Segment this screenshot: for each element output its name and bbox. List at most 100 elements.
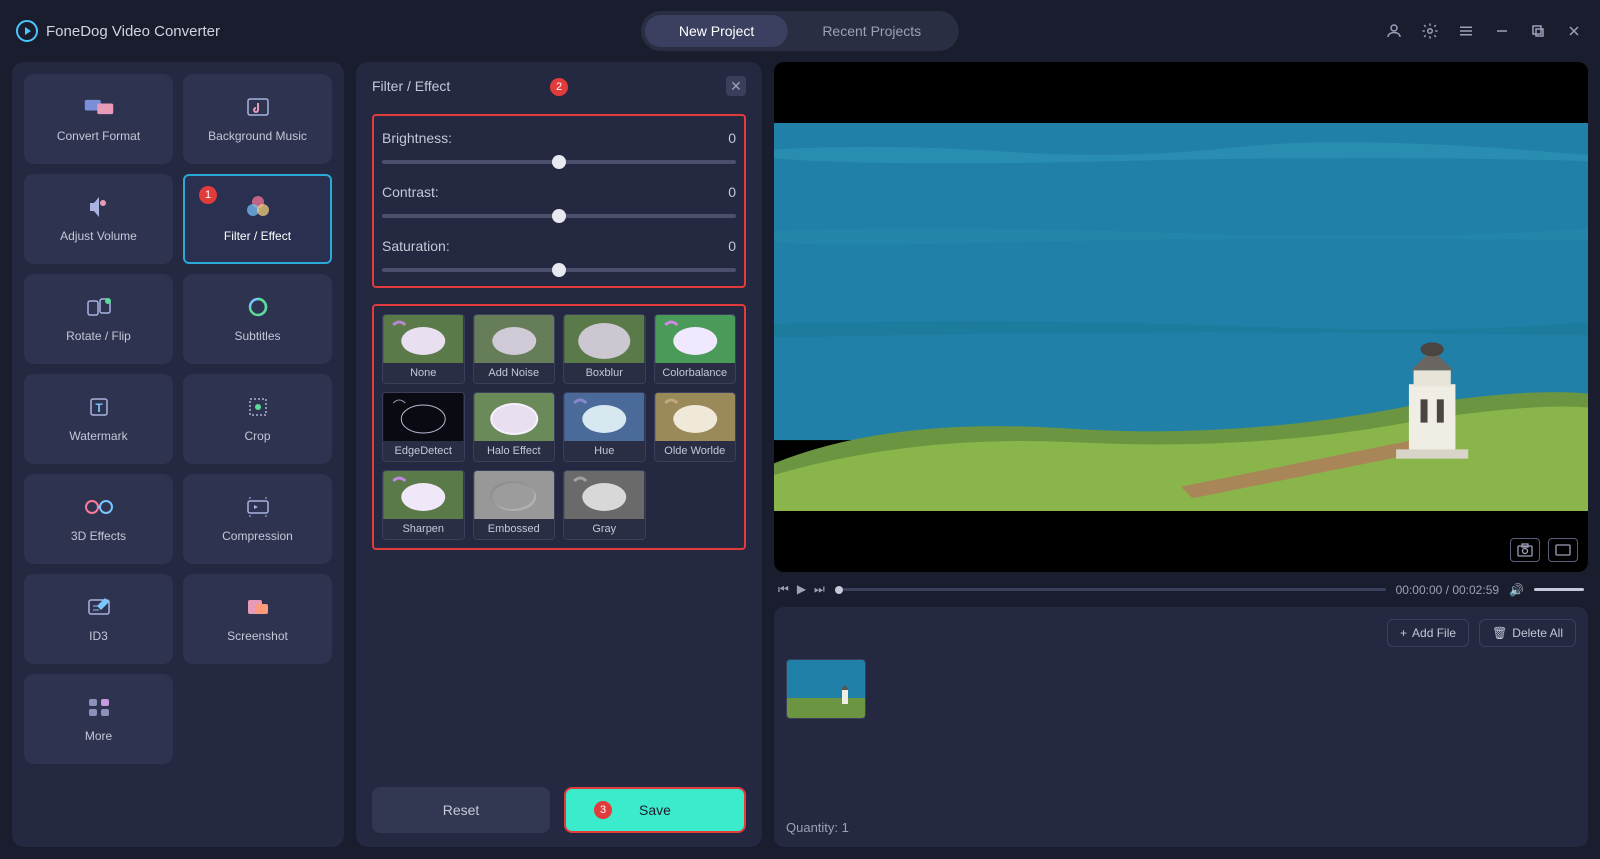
- app-logo: FoneDog Video Converter: [16, 20, 220, 42]
- brightness-label: Brightness:: [382, 130, 452, 146]
- tool-compression[interactable]: Compression: [183, 474, 332, 564]
- volume-slider[interactable]: [1534, 588, 1584, 591]
- close-icon[interactable]: [1564, 21, 1584, 41]
- logo-icon: [16, 20, 38, 42]
- filter-thumbnail: [383, 315, 464, 363]
- trash-icon: 🗑: [1492, 626, 1507, 640]
- contrast-label: Contrast:: [382, 184, 439, 200]
- saturation-label: Saturation:: [382, 238, 450, 254]
- filter-boxblur[interactable]: Boxblur: [563, 314, 646, 384]
- 3d-glasses-icon: [83, 495, 115, 519]
- subtitles-icon: [242, 295, 274, 319]
- minimize-icon[interactable]: [1492, 21, 1512, 41]
- annotation-badge-3: 3: [594, 801, 612, 819]
- filter-label: None: [383, 363, 464, 383]
- playback-time: 00:00:00 / 00:02:59: [1396, 583, 1499, 597]
- progress-slider[interactable]: [835, 588, 1386, 591]
- filter-halo-effect[interactable]: Halo Effect: [473, 392, 556, 462]
- panel-close-icon[interactable]: ✕: [726, 76, 746, 96]
- tab-recent-projects[interactable]: Recent Projects: [788, 15, 955, 47]
- filter-edgedetect[interactable]: EdgeDetect: [382, 392, 465, 462]
- filter-label: Halo Effect: [474, 441, 555, 461]
- annotation-badge-1: 1: [199, 186, 217, 204]
- file-thumbnail[interactable]: [786, 659, 866, 719]
- tab-new-project[interactable]: New Project: [645, 15, 788, 47]
- rotate-icon: [83, 295, 115, 319]
- video-preview: [774, 62, 1588, 572]
- tool-id3[interactable]: ID3: [24, 574, 173, 664]
- compression-icon: [242, 495, 274, 519]
- filter-label: Embossed: [474, 519, 555, 539]
- tool-crop[interactable]: Crop: [183, 374, 332, 464]
- settings-icon[interactable]: [1420, 21, 1440, 41]
- crop-icon: [242, 395, 274, 419]
- filter-none[interactable]: None: [382, 314, 465, 384]
- prev-frame-icon[interactable]: ⏮: [778, 582, 789, 597]
- filter-gray[interactable]: Gray: [563, 470, 646, 540]
- delete-all-button[interactable]: 🗑Delete All: [1479, 619, 1576, 647]
- panel-title: Filter / Effect: [372, 78, 450, 94]
- filter-label: Olde Worlde: [655, 441, 736, 461]
- filter-olde-worlde[interactable]: Olde Worlde: [654, 392, 737, 462]
- screenshot-icon: [242, 595, 274, 619]
- volume-icon: [83, 195, 115, 219]
- filter-thumbnail: [474, 315, 555, 363]
- filter-presets: None Add Noise Boxblur Colorbalance EdgeDete…: [372, 304, 746, 550]
- filter-label: Hue: [564, 441, 645, 461]
- annotation-badge-2: 2: [550, 78, 568, 96]
- filter-thumbnail: [383, 393, 464, 441]
- fullscreen-icon[interactable]: [1548, 538, 1578, 562]
- tools-sidebar: Convert Format Background Music Adjust V…: [12, 62, 344, 847]
- filter-thumbnail: [474, 393, 555, 441]
- filter-label: Colorbalance: [655, 363, 736, 383]
- filter-label: Boxblur: [564, 363, 645, 383]
- tool-watermark[interactable]: T Watermark: [24, 374, 173, 464]
- account-icon[interactable]: [1384, 21, 1404, 41]
- filter-sharpen[interactable]: Sharpen: [382, 470, 465, 540]
- filter-colorbalance[interactable]: Colorbalance: [654, 314, 737, 384]
- saturation-slider[interactable]: [382, 268, 736, 272]
- tool-screenshot[interactable]: Screenshot: [183, 574, 332, 664]
- tool-adjust-volume[interactable]: Adjust Volume: [24, 174, 173, 264]
- brightness-slider[interactable]: [382, 160, 736, 164]
- brightness-value: 0: [728, 130, 736, 146]
- contrast-value: 0: [728, 184, 736, 200]
- save-button[interactable]: 3 Save: [564, 787, 746, 833]
- tool-background-music[interactable]: Background Music: [183, 74, 332, 164]
- tool-more[interactable]: More: [24, 674, 173, 764]
- filter-thumbnail: [655, 393, 736, 441]
- maximize-icon[interactable]: [1528, 21, 1548, 41]
- svg-text:T: T: [95, 401, 103, 415]
- quantity-display: Quantity: 1: [786, 820, 1576, 835]
- next-frame-icon[interactable]: ⏭: [814, 582, 825, 597]
- filter-label: Add Noise: [474, 363, 555, 383]
- filter-thumbnail: [564, 315, 645, 363]
- tool-3d-effects[interactable]: 3D Effects: [24, 474, 173, 564]
- filter-label: Sharpen: [383, 519, 464, 539]
- plus-icon: +: [1400, 626, 1407, 640]
- app-title: FoneDog Video Converter: [46, 23, 220, 40]
- tool-convert-format[interactable]: Convert Format: [24, 74, 173, 164]
- volume-icon[interactable]: 🔊: [1509, 583, 1524, 597]
- reset-button[interactable]: Reset: [372, 787, 550, 833]
- contrast-slider[interactable]: [382, 214, 736, 218]
- filter-hue[interactable]: Hue: [563, 392, 646, 462]
- convert-format-icon: [83, 95, 115, 119]
- sliders-group: Brightness: 0 Contrast: 0 Saturation: 0: [372, 114, 746, 288]
- menu-icon[interactable]: [1456, 21, 1476, 41]
- music-icon: [242, 95, 274, 119]
- tool-filter-effect[interactable]: 1 Filter / Effect: [183, 174, 332, 264]
- play-icon[interactable]: ▶: [797, 582, 806, 597]
- filter-add-noise[interactable]: Add Noise: [473, 314, 556, 384]
- filter-embossed[interactable]: Embossed: [473, 470, 556, 540]
- tool-subtitles[interactable]: Subtitles: [183, 274, 332, 364]
- snapshot-icon[interactable]: [1510, 538, 1540, 562]
- filter-thumbnail: [474, 471, 555, 519]
- add-file-button[interactable]: +Add File: [1387, 619, 1469, 647]
- filter-thumbnail: [564, 471, 645, 519]
- file-list-panel: +Add File 🗑Delete All Quantity: 1: [774, 607, 1588, 847]
- playback-bar: ⏮ ▶ ⏭ 00:00:00 / 00:02:59 🔊: [774, 582, 1588, 597]
- more-icon: [83, 695, 115, 719]
- tool-rotate-flip[interactable]: Rotate / Flip: [24, 274, 173, 364]
- saturation-value: 0: [728, 238, 736, 254]
